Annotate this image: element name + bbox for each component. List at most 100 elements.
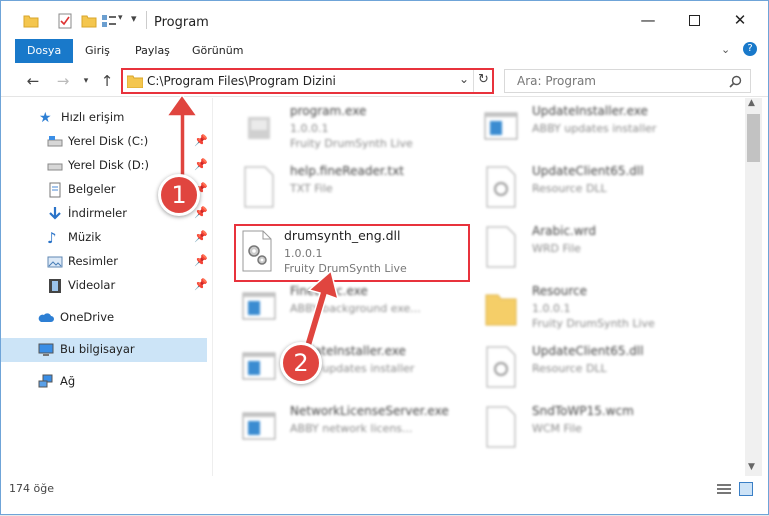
file-detail: 1.0.0.1 bbox=[284, 247, 323, 260]
vertical-scrollbar[interactable]: ▲ ▼ bbox=[745, 98, 762, 476]
back-button[interactable]: ← bbox=[23, 71, 43, 91]
search-icon bbox=[729, 75, 742, 88]
nav-item-pictures[interactable]: Resimler 📌 bbox=[1, 250, 213, 274]
computer-icon bbox=[38, 343, 54, 356]
nav-label: Belgeler bbox=[68, 182, 116, 196]
file-name: FineExec.exe bbox=[290, 284, 368, 298]
file-detail: Resource DLL bbox=[532, 182, 607, 195]
nav-item-this-pc[interactable]: Bu bilgisayar bbox=[1, 338, 207, 362]
new-folder-icon[interactable] bbox=[81, 13, 97, 29]
folder-icon bbox=[23, 15, 39, 28]
file-tile[interactable]: UpdateClient65.dll Resource DLL bbox=[476, 160, 726, 218]
expand-ribbon-icon[interactable]: ⌄ bbox=[721, 43, 730, 56]
star-icon: ★ bbox=[39, 110, 52, 126]
nav-item-onedrive[interactable]: OneDrive bbox=[1, 306, 213, 330]
documents-icon bbox=[49, 182, 61, 198]
help-icon[interactable]: ? bbox=[743, 42, 757, 56]
file-detail: TXT File bbox=[290, 182, 333, 195]
file-tile[interactable]: Resource 1.0.0.1 Fruity DrumSynth Live bbox=[476, 280, 726, 338]
address-bar[interactable]: C:\Program Files\Program Dizini ⌄ ↻ bbox=[121, 68, 494, 94]
file-name: UpdateClient65.dll bbox=[532, 344, 644, 358]
status-bar: 174 öğe bbox=[1, 477, 768, 501]
file-detail: 1.0.0.1 bbox=[290, 122, 329, 135]
minimize-button[interactable]: — bbox=[625, 1, 671, 39]
nav-item-network[interactable]: Ağ bbox=[1, 370, 213, 394]
file-tile[interactable]: UpdateClient65.dll Resource DLL bbox=[476, 340, 726, 398]
step-badge-1: 1 bbox=[158, 174, 200, 216]
large-icons-view-icon[interactable] bbox=[739, 482, 753, 496]
file-tile[interactable]: UpdateInstaller.exe ABBY updates install… bbox=[476, 100, 726, 158]
address-path: C:\Program Files\Program Dizini bbox=[147, 74, 336, 88]
nav-label: Bu bilgisayar bbox=[60, 342, 135, 356]
up-button[interactable]: ↑ bbox=[97, 71, 117, 91]
pin-icon[interactable]: 📌 bbox=[194, 206, 208, 219]
nav-label: Videolar bbox=[68, 278, 116, 292]
tab-dosya[interactable]: Dosya bbox=[15, 39, 74, 63]
file-tile[interactable]: FineExec.exe ABBY background exe... bbox=[234, 280, 484, 338]
address-dropdown-icon[interactable]: ⌄ bbox=[459, 72, 469, 86]
pin-icon[interactable]: 📌 bbox=[194, 230, 208, 243]
file-tile[interactable]: UpdateInstaller.exe ABBY updates install… bbox=[234, 340, 484, 398]
blank-file-icon bbox=[486, 226, 516, 268]
recent-locations-button[interactable]: ▾ bbox=[76, 71, 96, 91]
blank-file-icon bbox=[486, 406, 516, 448]
pin-icon[interactable]: 📌 bbox=[194, 134, 208, 147]
tab-paylas[interactable]: Paylaş bbox=[125, 39, 180, 63]
file-tile[interactable]: Arabic.wrd WRD File bbox=[476, 220, 726, 278]
nav-item-music[interactable]: ♪ Müzik 📌 bbox=[1, 226, 213, 250]
nav-label: OneDrive bbox=[60, 310, 115, 324]
scroll-up-icon[interactable]: ▲ bbox=[748, 98, 755, 108]
tab-giris[interactable]: Giriş bbox=[75, 39, 120, 63]
maximize-button[interactable] bbox=[671, 1, 717, 39]
file-tile[interactable]: NetworkLicenseServer.exe ABBY network li… bbox=[234, 400, 484, 458]
folder-icon bbox=[485, 294, 517, 326]
tab-gorunum[interactable]: Görünüm bbox=[182, 39, 253, 63]
nav-item-videos[interactable]: Videolar 📌 bbox=[1, 274, 213, 298]
pin-icon[interactable]: 📌 bbox=[194, 158, 208, 171]
view-options-icon[interactable] bbox=[101, 13, 117, 29]
file-tile[interactable]: help.fineReader.txt TXT File bbox=[234, 160, 484, 218]
file-detail: Fruity DrumSynth Live bbox=[290, 137, 413, 150]
refresh-icon[interactable]: ↻ bbox=[478, 72, 489, 87]
nav-item-local-disk-c[interactable]: Yerel Disk (C:) 📌 bbox=[1, 130, 213, 154]
title-divider bbox=[146, 11, 147, 29]
up-arrow-icon: ↑ bbox=[100, 72, 114, 90]
drive-icon bbox=[47, 136, 63, 147]
search-input[interactable]: Ara: Program bbox=[517, 74, 596, 88]
nav-quick-access[interactable]: ★ Hızlı erişim bbox=[1, 106, 213, 130]
file-list: program.exe 1.0.0.1 Fruity DrumSynth Liv… bbox=[214, 98, 744, 476]
file-detail: ABBY updates installer bbox=[532, 122, 657, 135]
pictures-icon bbox=[47, 256, 63, 268]
details-view-icon[interactable] bbox=[717, 483, 731, 495]
file-tile-drumsynth[interactable]: drumsynth_eng.dll 1.0.0.1 Fruity DrumSyn… bbox=[234, 224, 470, 282]
downloads-icon bbox=[49, 207, 61, 220]
file-name: drumsynth_eng.dll bbox=[284, 228, 401, 243]
file-tile[interactable]: SndToWP15.wcm WCM File bbox=[476, 400, 726, 458]
scroll-thumb[interactable] bbox=[747, 114, 760, 162]
file-detail: Fruity DrumSynth Live bbox=[532, 317, 655, 330]
customize-qa-icon[interactable]: ▾ bbox=[131, 12, 137, 25]
nav-label: Yerel Disk (C:) bbox=[68, 134, 149, 148]
file-detail: ABBY background exe... bbox=[290, 302, 421, 315]
search-box[interactable]: Ara: Program bbox=[504, 69, 751, 93]
forward-button[interactable]: → bbox=[53, 71, 73, 91]
close-button[interactable]: ✕ bbox=[717, 1, 763, 39]
file-name: help.fineReader.txt bbox=[290, 164, 404, 178]
file-detail: Fruity DrumSynth Live bbox=[284, 262, 407, 275]
file-tile[interactable]: program.exe 1.0.0.1 Fruity DrumSynth Liv… bbox=[234, 100, 484, 158]
qa-dropdown-icon[interactable]: ▾ bbox=[118, 13, 123, 23]
window-title: Program bbox=[154, 15, 209, 30]
nav-label: Müzik bbox=[68, 230, 102, 244]
music-icon: ♪ bbox=[47, 229, 57, 247]
network-icon bbox=[38, 374, 53, 388]
pin-icon[interactable]: 📌 bbox=[194, 254, 208, 267]
file-detail: ABBY network licens... bbox=[290, 422, 413, 435]
pin-icon[interactable]: 📌 bbox=[194, 278, 208, 291]
file-detail: 1.0.0.1 bbox=[532, 302, 571, 315]
explorer-window: ▾ ▾ Program — ✕ Dosya Giriş Paylaş Görün… bbox=[0, 0, 769, 515]
scroll-down-icon[interactable]: ▼ bbox=[748, 462, 755, 472]
nav-label: Hızlı erişim bbox=[61, 110, 125, 124]
folder-icon bbox=[127, 75, 143, 88]
file-detail: WRD File bbox=[532, 242, 581, 255]
properties-icon[interactable] bbox=[57, 13, 73, 29]
